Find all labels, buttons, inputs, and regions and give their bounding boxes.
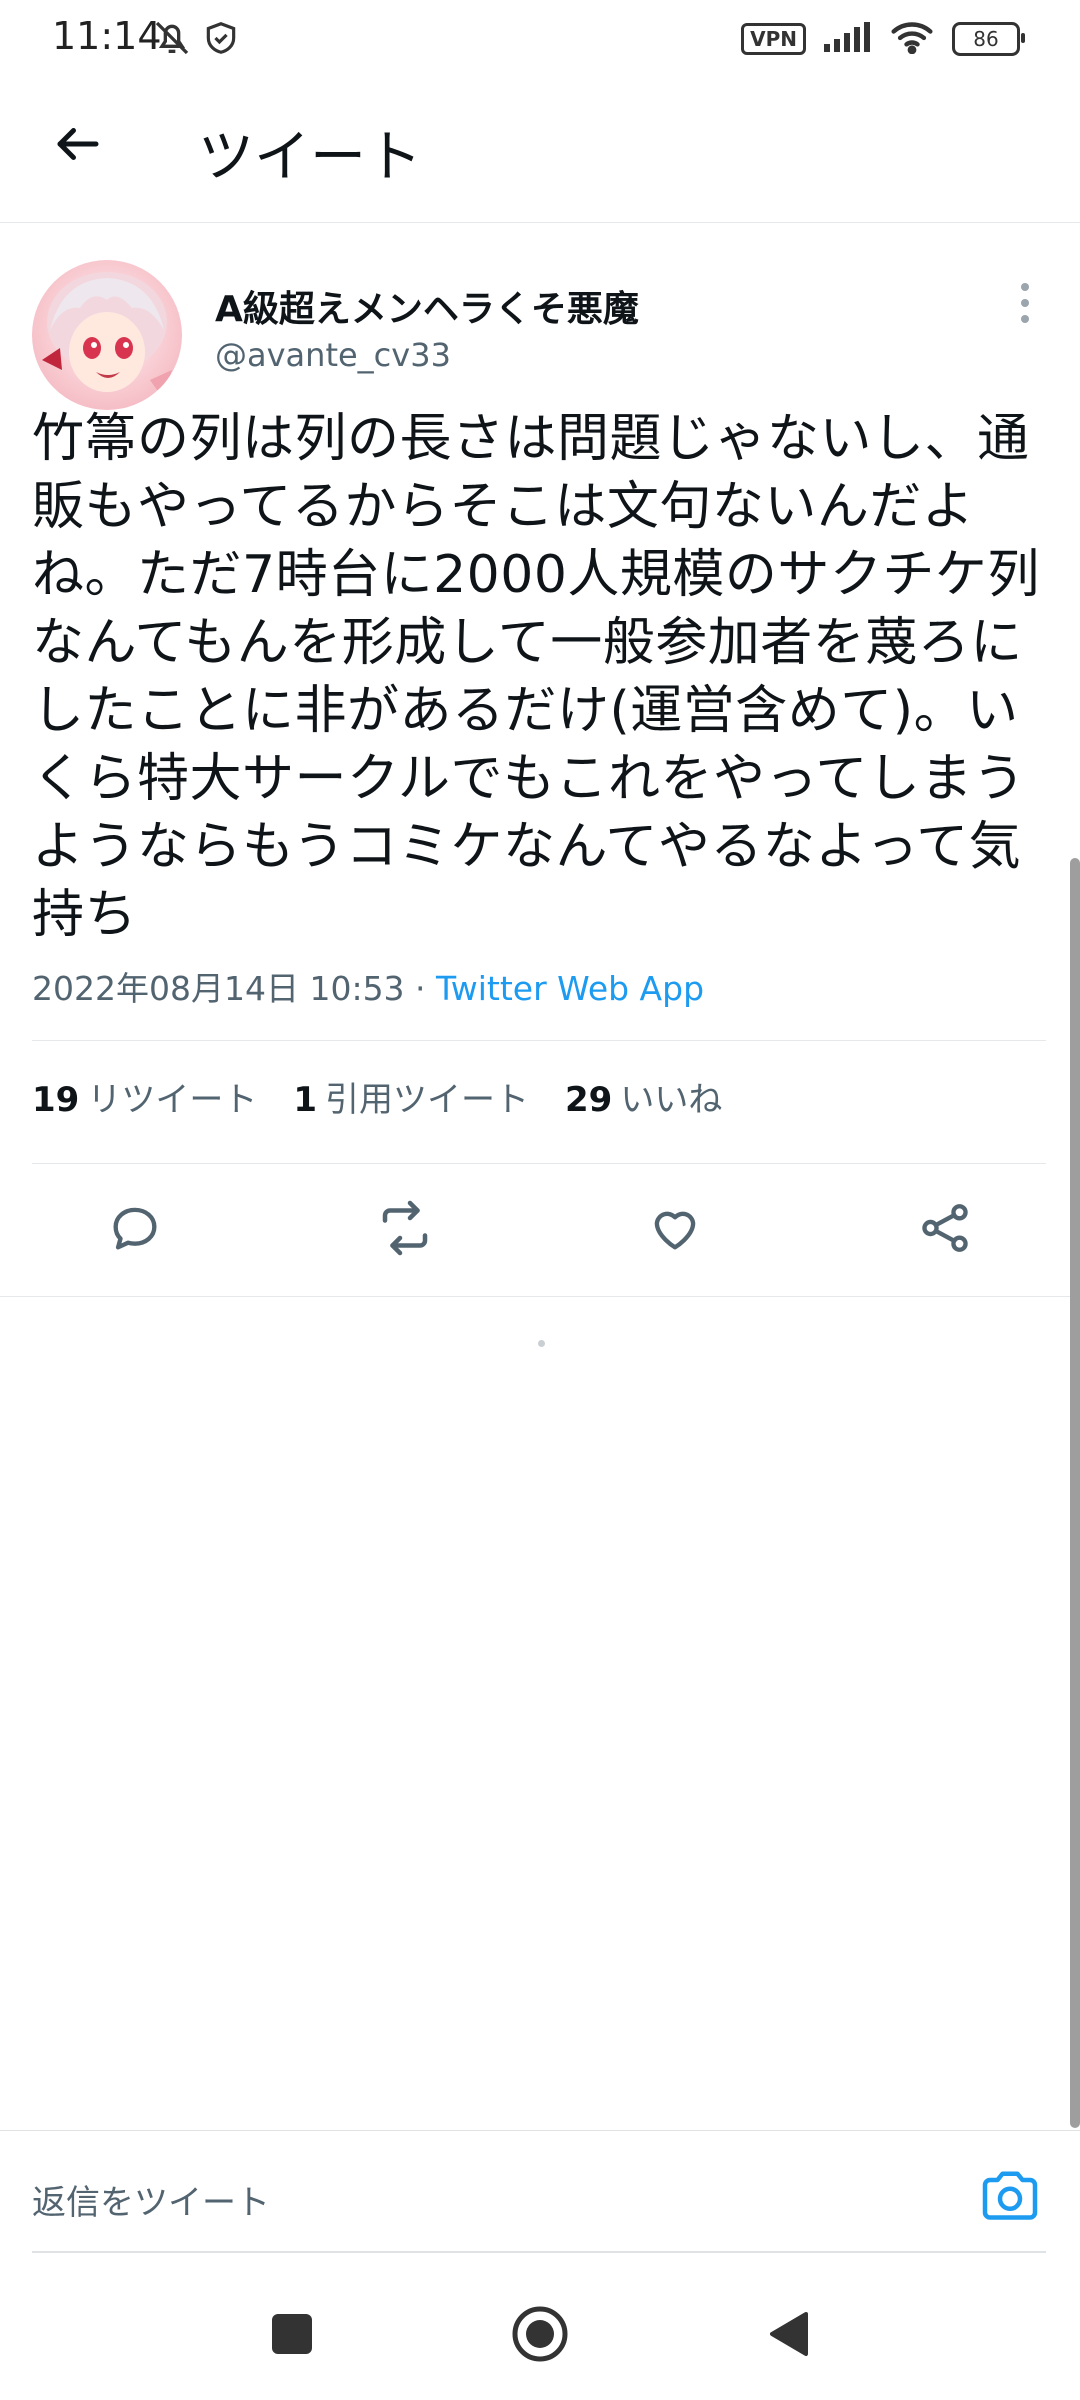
circle-home-icon [511,2305,569,2367]
camera-icon [980,2167,1040,2227]
page-title: ツイート [198,125,422,190]
quotes-count: 1 [293,1080,317,1120]
wifi-icon [890,20,934,58]
tweet-author: A級超えメンヘラくそ悪魔 @avante_cv33 [0,250,1080,410]
share-icon [916,1199,974,1261]
retweets-label: リツイート [87,1080,258,1120]
back-button[interactable] [40,108,116,184]
status-time: 11:14 [52,14,162,58]
back-nav-button[interactable] [758,2306,818,2366]
quotes-stat[interactable]: 1 引用ツイート [293,1072,529,1121]
loading-indicator [538,1340,545,1347]
retweet-button[interactable] [365,1190,445,1270]
retweets-stat[interactable]: 19 リツイート [32,1072,257,1121]
shield-icon [202,19,240,61]
divider [0,1296,1080,1297]
share-button[interactable] [905,1190,985,1270]
display-name[interactable]: A級超えメンヘラくそ悪魔 [215,280,639,332]
retweet-icon [375,1198,435,1262]
status-right-icons: VPN 86 [741,20,1025,58]
status-bar: 11:14 VPN 86 [0,0,1080,80]
square-icon [270,2312,314,2360]
app-header: ツイート [0,80,1080,223]
tweet-actions [0,1180,1080,1280]
reply-bar: 返信をツイート [0,2130,1080,2253]
status-left-icons [152,18,240,62]
system-nav-bar [0,2252,1080,2400]
divider [32,1163,1046,1164]
avatar[interactable] [32,260,182,410]
reply-button[interactable] [95,1190,175,1270]
recents-button[interactable] [262,2306,322,2366]
tweet-source-link[interactable]: Twitter Web App [436,969,704,1008]
triangle-back-icon [766,2310,810,2362]
signal-icon [824,22,872,56]
likes-stat[interactable]: 29 いいね [565,1072,722,1121]
user-handle[interactable]: @avante_cv33 [215,336,451,374]
battery-indicator: 86 [952,22,1025,56]
tweet-text: 竹箒の列は列の長さは問題じゃないし、通販もやってるからそこは文句ないんだよね。た… [32,409,1040,945]
vpn-badge: VPN [741,23,806,55]
more-options-button[interactable] [1000,278,1050,328]
home-button[interactable] [510,2306,570,2366]
likes-label: いいね [620,1080,723,1120]
tweet-meta: 2022年08月14日 10:53 · Twitter Web App [32,962,704,1010]
scrollbar[interactable] [1070,858,1080,2128]
more-vertical-icon [1021,283,1029,291]
camera-button[interactable] [978,2167,1042,2227]
likes-count: 29 [565,1080,613,1120]
arrow-left-icon [51,117,105,175]
reply-input[interactable]: 返信をツイート [32,2175,270,2224]
retweets-count: 19 [32,1080,80,1120]
like-button[interactable] [635,1190,715,1270]
divider [32,1040,1046,1041]
tweet-stats: 19 リツイート 1 引用ツイート 29 いいね [32,1072,722,1121]
heart-icon [646,1199,704,1261]
reply-icon [106,1199,164,1261]
tweet-timestamp: 2022年08月14日 10:53 · [32,969,437,1008]
mute-bell-icon [152,18,192,62]
quotes-label: 引用ツイート [325,1080,529,1120]
